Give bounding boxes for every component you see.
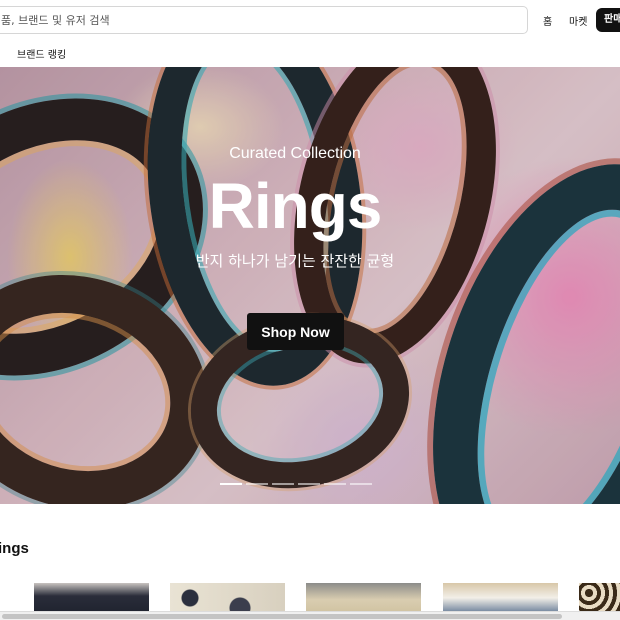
sell-button[interactable]: 판매하기: [596, 8, 620, 32]
carousel-dot[interactable]: [298, 483, 320, 485]
hero-title: Rings: [208, 170, 383, 242]
shop-now-button[interactable]: Shop Now: [247, 313, 344, 350]
brand-ranking-link[interactable]: 브랜드 랭킹: [17, 46, 66, 61]
carousel-dot[interactable]: [272, 483, 294, 485]
hero-overlay: [0, 67, 620, 504]
nav-home-link[interactable]: 홈: [543, 13, 552, 28]
carousel-dot[interactable]: [324, 483, 346, 485]
carousel-dot[interactable]: [220, 483, 242, 485]
carousel-dot[interactable]: [350, 483, 372, 485]
hero-eyebrow: Curated Collection: [229, 145, 361, 162]
carousel-dot[interactable]: [246, 483, 268, 485]
top-header: 홈 마켓 판매하기: [0, 0, 620, 40]
scrollbar-thumb[interactable]: [2, 614, 562, 619]
search-input[interactable]: [0, 6, 528, 34]
hero-subtitle: 반지 하나가 남기는 잔잔한 균형: [195, 252, 395, 270]
section-title: ings: [0, 540, 29, 557]
horizontal-scrollbar[interactable]: [0, 611, 620, 620]
hero-banner[interactable]: Curated Collection Rings 반지 하나가 남기는 잔잔한 …: [0, 67, 620, 504]
nav-market-link[interactable]: 마켓: [569, 13, 587, 28]
